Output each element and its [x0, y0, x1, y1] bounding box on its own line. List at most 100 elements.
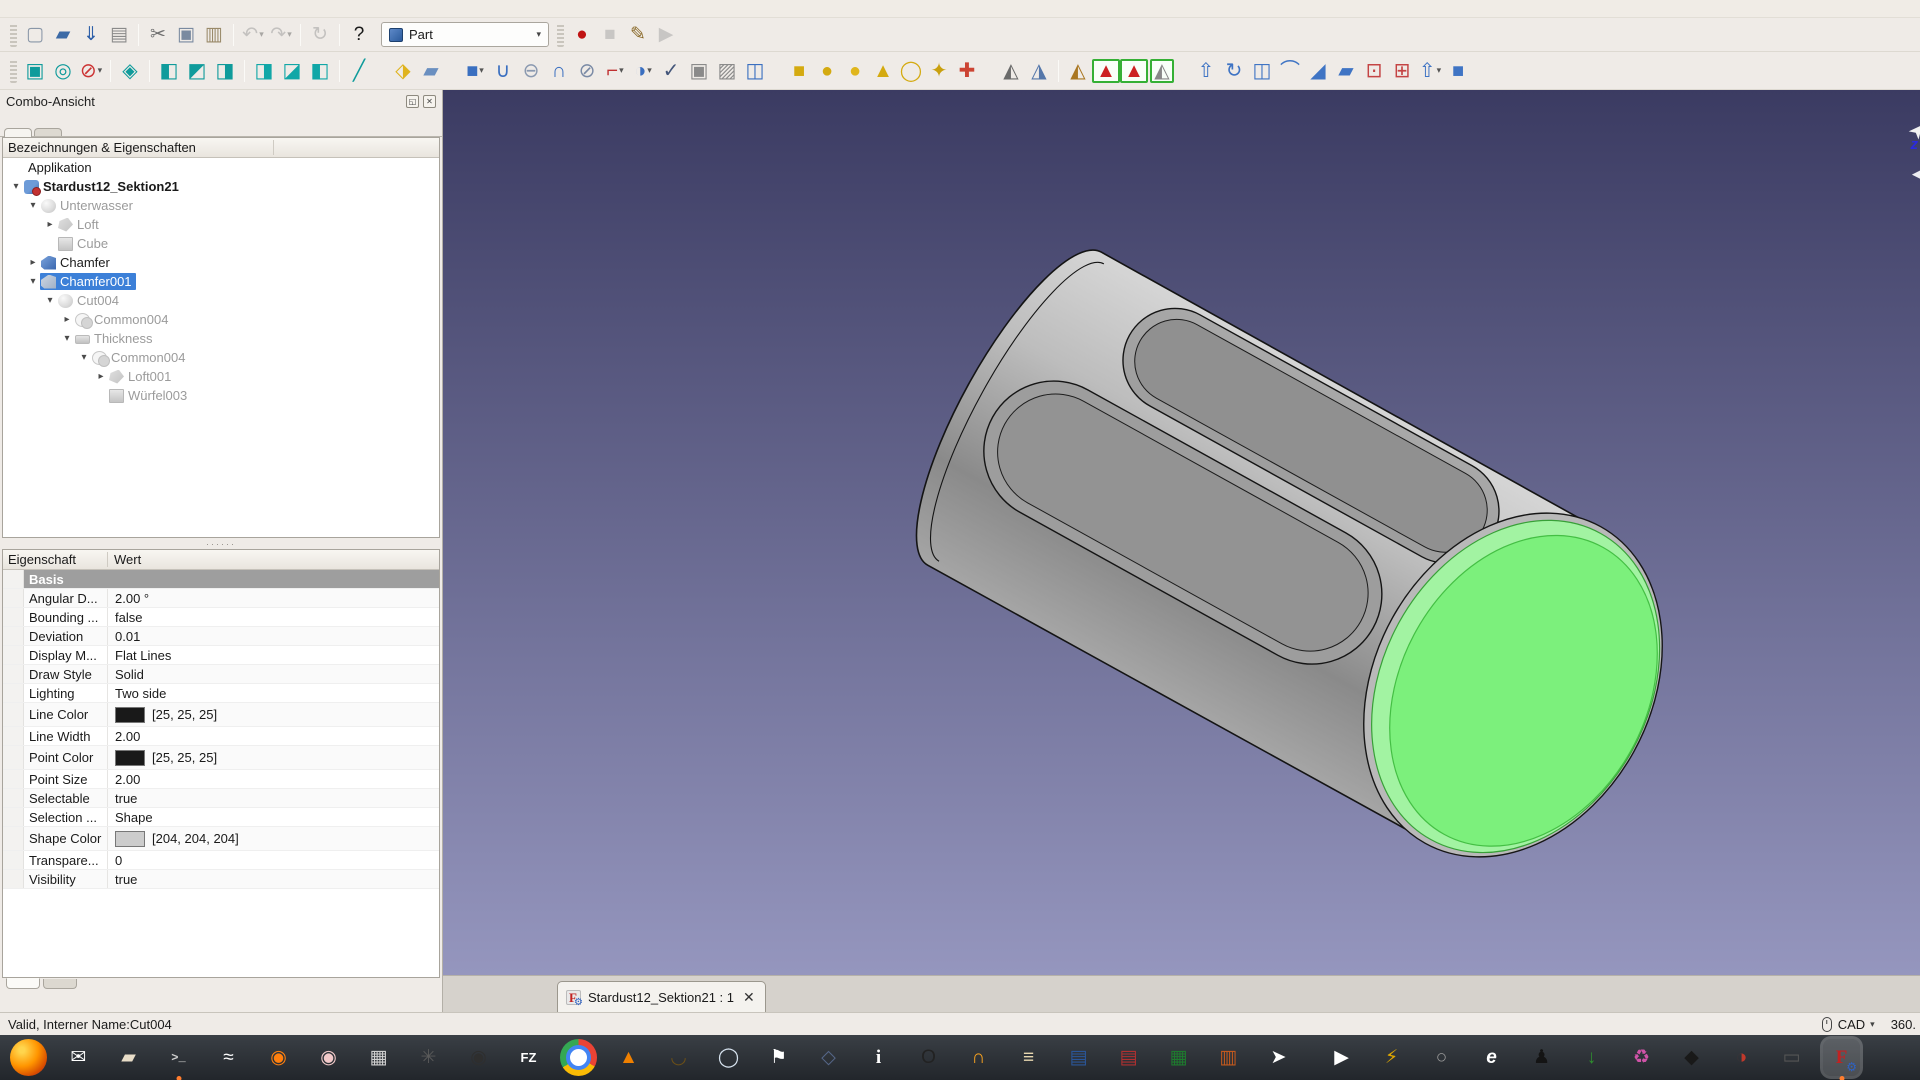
- taskbar-filezilla[interactable]: FZ: [510, 1039, 547, 1076]
- tree-item-common004[interactable]: ▸ Common004: [3, 310, 439, 329]
- prop-transparency[interactable]: Transpare... 0: [3, 851, 439, 870]
- tree-expander-icon[interactable]: ▾: [60, 333, 74, 344]
- taskbar-gps-maps[interactable]: ⚑: [760, 1039, 797, 1076]
- tree-item-thickness[interactable]: ▾ Thickness: [3, 329, 439, 348]
- tree-item-wuerfel003[interactable]: Würfel003: [3, 386, 439, 405]
- view-bottom-button[interactable]: ◪: [278, 57, 306, 85]
- convert-shape-button[interactable]: ▨: [713, 57, 741, 85]
- thickness-button[interactable]: ⇧▾: [1416, 57, 1444, 85]
- prop-draw-style[interactable]: Draw Style Solid: [3, 665, 439, 684]
- cross-sections-button[interactable]: ◫: [741, 57, 769, 85]
- toolbar-drag-handle[interactable]: [557, 23, 564, 47]
- taskbar-calibre[interactable]: ≡: [1010, 1039, 1047, 1076]
- taskbar-sync-tool[interactable]: ♻: [1623, 1039, 1660, 1076]
- property-value[interactable]: 2.00: [108, 772, 140, 787]
- taskbar-vlc[interactable]: ▲: [610, 1039, 647, 1076]
- menu-datei[interactable]: [8, 8, 26, 10]
- fillet-button[interactable]: ⌒: [1276, 57, 1304, 85]
- tree-item-unterwasser[interactable]: ▾ Unterwasser: [3, 196, 439, 215]
- tree-expander-icon[interactable]: ▾: [9, 181, 23, 192]
- menu-measure[interactable]: [116, 8, 134, 10]
- menu-makro[interactable]: [80, 8, 98, 10]
- menu-werkzeuge[interactable]: [62, 8, 80, 10]
- property-value[interactable]: [204, 204, 204]: [108, 831, 239, 847]
- prop-line-color[interactable]: Line Color [25, 25, 25]: [3, 703, 439, 727]
- panel-splitter[interactable]: ······: [0, 538, 442, 549]
- menu-hilfe[interactable]: [152, 8, 170, 10]
- whats-this-button[interactable]: ?: [345, 21, 373, 49]
- tree-expander-icon[interactable]: ▸: [43, 219, 57, 230]
- property-value[interactable]: true: [108, 872, 137, 887]
- taskbar-lo-impress[interactable]: ▥: [1210, 1039, 1247, 1076]
- prop-visibility[interactable]: Visibility true: [3, 870, 439, 889]
- view-rear-button[interactable]: ◨: [250, 57, 278, 85]
- taskbar-mascot[interactable]: ♟: [1523, 1039, 1560, 1076]
- tab-aufgaben[interactable]: [34, 128, 62, 136]
- fit-selection-button[interactable]: ◎: [49, 57, 77, 85]
- part-import-button[interactable]: ▰: [417, 57, 445, 85]
- navigation-style-value[interactable]: CAD: [1838, 1017, 1865, 1032]
- validate-sketch-button[interactable]: ▲: [1120, 57, 1148, 85]
- taskbar-package-installer[interactable]: ↓: [1573, 1039, 1610, 1076]
- view-front-button[interactable]: ◧: [155, 57, 183, 85]
- taskbar-openshot[interactable]: ◯: [710, 1039, 747, 1076]
- boolean-section-button[interactable]: ⊘: [573, 57, 601, 85]
- offset-2d-button[interactable]: ⊞: [1388, 57, 1416, 85]
- convert-to-solid-button[interactable]: ◭: [1064, 57, 1092, 85]
- refine-shape-button[interactable]: ▲: [1092, 57, 1120, 85]
- offset-3d-button[interactable]: ⊡: [1360, 57, 1388, 85]
- 3d-view[interactable]: ➤ z ◀: [443, 90, 1920, 975]
- tree-expander-icon[interactable]: ▾: [26, 200, 40, 211]
- property-value[interactable]: 0.01: [108, 629, 140, 644]
- taskbar-desktop-recorder[interactable]: ◉: [460, 1039, 497, 1076]
- tree-expander-icon[interactable]: ▸: [94, 371, 108, 382]
- taskbar-disk-analyzer[interactable]: ◑: [1723, 1039, 1760, 1076]
- property-value[interactable]: Flat Lines: [108, 648, 171, 663]
- primitive-box-button[interactable]: ■: [785, 57, 813, 85]
- property-value[interactable]: [25, 25, 25]: [108, 707, 217, 723]
- defeaturing-button[interactable]: ▣: [685, 57, 713, 85]
- primitive-sphere-button[interactable]: ●: [841, 57, 869, 85]
- draw-style-button[interactable]: ⊘▾: [77, 57, 105, 85]
- tree-item-loft[interactable]: ▸ Loft: [3, 215, 439, 234]
- join-features-button[interactable]: ⌐▾: [601, 57, 629, 85]
- primitive-cylinder-button[interactable]: ●: [813, 57, 841, 85]
- tree-item-common004b[interactable]: ▾ Common004: [3, 348, 439, 367]
- view-right-button[interactable]: ◨: [211, 57, 239, 85]
- property-value[interactable]: [25, 25, 25]: [108, 750, 217, 766]
- extrude-button[interactable]: ⇧: [1192, 57, 1220, 85]
- tree-column-header[interactable]: Bezeichnungen & Eigenschaften: [3, 138, 439, 158]
- taskbar-firefox[interactable]: [10, 1039, 47, 1076]
- taskbar-remote-connect[interactable]: ⚡: [1373, 1039, 1410, 1076]
- tree-root-applikation[interactable]: Applikation: [3, 158, 439, 177]
- menu-bearbeiten[interactable]: [26, 8, 44, 10]
- tab-ansicht[interactable]: [6, 978, 40, 989]
- macro-stop-button[interactable]: ■: [596, 21, 624, 49]
- property-value[interactable]: 0: [108, 853, 122, 868]
- tree-expander-icon[interactable]: ▾: [26, 276, 40, 287]
- shape-builder-button[interactable]: ✦: [925, 57, 953, 85]
- taskbar-terminal[interactable]: >_: [160, 1039, 197, 1076]
- taskbar-audacity[interactable]: ∩: [960, 1039, 997, 1076]
- taskbar-model-viewer[interactable]: ◇: [810, 1039, 847, 1076]
- prop-lighting[interactable]: Lighting Two side: [3, 684, 439, 703]
- prop-selection-style[interactable]: Selection ... Shape: [3, 808, 439, 827]
- chamfer-button[interactable]: ◢: [1304, 57, 1332, 85]
- primitive-solids-button[interactable]: ■▾: [461, 57, 489, 85]
- tree-expander-icon[interactable]: ▾: [43, 295, 57, 306]
- property-value[interactable]: 2.00 °: [108, 591, 149, 606]
- primitive-cone-button[interactable]: ▲: [869, 57, 897, 85]
- view-top-button[interactable]: ◩: [183, 57, 211, 85]
- open-document-button[interactable]: ▰: [49, 21, 77, 49]
- redo-button[interactable]: ↷▾: [267, 21, 295, 49]
- macro-record-button[interactable]: ●: [568, 21, 596, 49]
- taskbar-files[interactable]: ▰: [110, 1039, 147, 1076]
- split-features-button[interactable]: ◑▾: [629, 57, 657, 85]
- axonometric-view-button[interactable]: ◈: [116, 57, 144, 85]
- tree-expander-icon[interactable]: ▸: [26, 257, 40, 268]
- prop-shape-color[interactable]: Shape Color [204, 204, 204]: [3, 827, 439, 851]
- toolbar-drag-handle[interactable]: [10, 59, 17, 83]
- shape-from-mesh-button[interactable]: ◭: [997, 57, 1025, 85]
- property-value[interactable]: false: [108, 610, 142, 625]
- paste-button[interactable]: ▥: [200, 21, 228, 49]
